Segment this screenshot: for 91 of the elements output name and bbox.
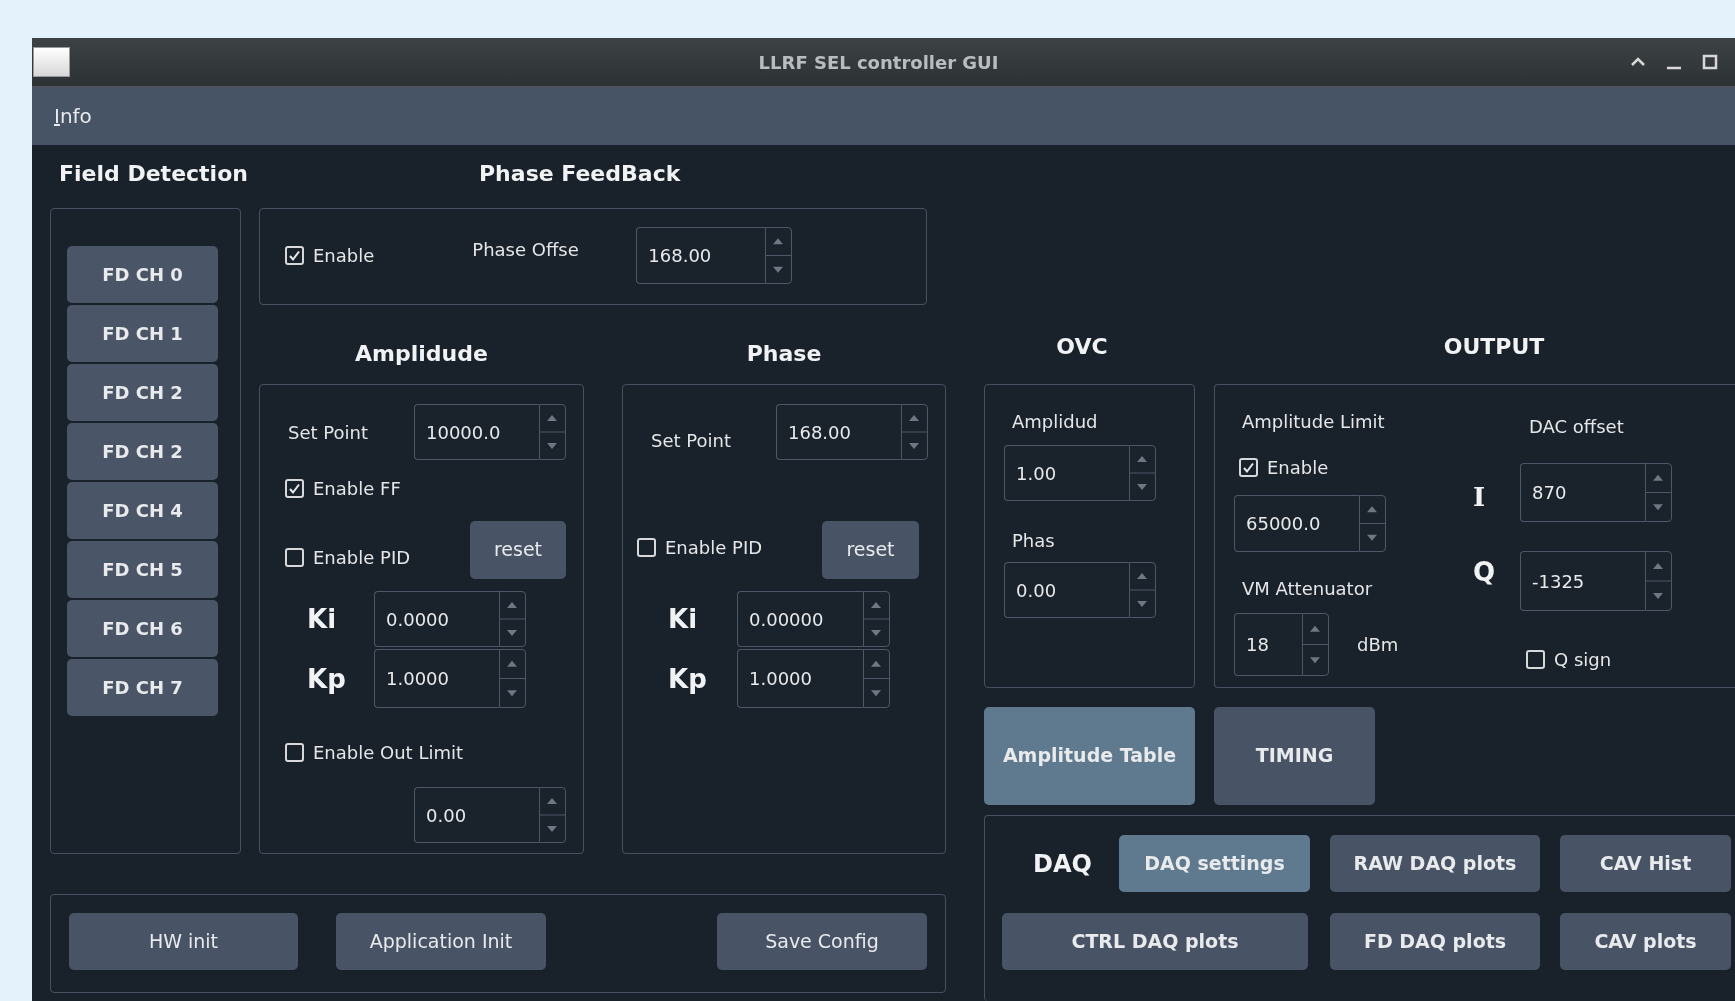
channel-button[interactable]: FD CH 0 — [67, 246, 218, 303]
checkbox[interactable] — [1526, 650, 1545, 670]
field-label: VM Attenuator — [1242, 577, 1373, 599]
spin-arrows-icon[interactable] — [1645, 462, 1672, 522]
daq-button[interactable]: CAV Hist — [1560, 835, 1731, 892]
menu-item[interactable]: Info — [54, 104, 92, 128]
number-field[interactable]: 10000.0 — [414, 404, 539, 460]
channel-label: Q — [1473, 557, 1497, 588]
checkbox-label: Enable — [313, 245, 375, 266]
section-heading: OVC — [1056, 333, 1108, 361]
checkbox[interactable] — [1239, 457, 1258, 477]
section-heading: OUTPUT — [1443, 333, 1545, 361]
checkmark-icon — [288, 249, 301, 262]
field-label: Amplitude Limit — [1242, 410, 1385, 432]
checkbox-label: Q sign — [1554, 649, 1612, 671]
window-title: LLRF SEL controller GUI — [757, 51, 1000, 73]
checkbox-label: Enable PID — [665, 536, 763, 558]
checkbox[interactable] — [285, 547, 304, 567]
number-field[interactable]: 1.0000 — [737, 649, 863, 708]
section-heading: Field Detection — [59, 160, 248, 188]
spin-arrows-icon[interactable] — [499, 591, 526, 647]
daq-label: DAQ — [1033, 849, 1093, 878]
daq-button[interactable]: CAV plots — [1560, 913, 1731, 970]
number-field[interactable]: 0.00 — [414, 787, 539, 843]
spin-arrows-icon[interactable] — [1129, 562, 1156, 618]
spin-arrows-icon[interactable] — [1359, 495, 1386, 552]
channel-button[interactable]: FD CH 2 — [67, 423, 218, 480]
field-label: DAC offset — [1529, 414, 1625, 439]
spin-arrows-icon[interactable] — [539, 404, 566, 460]
checkbox[interactable] — [285, 478, 304, 498]
channel-button[interactable]: FD CH 2 — [67, 364, 218, 421]
number-field[interactable]: 0.00000 — [737, 591, 863, 647]
number-field[interactable]: 168.00 — [636, 227, 766, 284]
checkmark-icon — [288, 481, 301, 495]
number-field[interactable]: 1.00 — [1004, 445, 1129, 501]
spin-arrows-icon[interactable] — [1302, 613, 1329, 676]
channel-button[interactable]: FD CH 7 — [67, 659, 218, 716]
daq-button[interactable]: DAQ settings — [1119, 835, 1310, 892]
unit-label: dBm — [1357, 634, 1399, 655]
gain-label: Ki — [307, 604, 338, 634]
gain-label: Kp — [668, 663, 708, 694]
section-heading: Phase — [746, 340, 822, 368]
checkbox[interactable] — [285, 742, 304, 762]
number-field[interactable]: 0.00 — [1004, 562, 1129, 618]
mode-button[interactable]: Amplitude Table — [984, 707, 1195, 805]
daq-button[interactable]: CTRL DAQ plots — [1002, 913, 1308, 970]
daq-button[interactable]: RAW DAQ plots — [1330, 835, 1540, 892]
checkbox-label: Enable FF — [313, 477, 401, 499]
section-heading: Amplidude — [355, 340, 488, 368]
gain-label: Ki — [668, 604, 699, 634]
spin-arrows-icon[interactable] — [863, 591, 890, 647]
spin-arrows-icon[interactable] — [1645, 551, 1672, 612]
checkbox-label: Enable PID — [313, 546, 411, 568]
spin-arrows-icon[interactable] — [499, 649, 526, 708]
channel-label: I — [1473, 481, 1487, 513]
number-field[interactable]: 1.0000 — [374, 649, 499, 708]
spin-arrows-icon[interactable] — [863, 649, 890, 708]
field-label: Set Point — [288, 421, 369, 443]
mode-button[interactable]: TIMING — [1214, 707, 1375, 805]
channel-button[interactable]: FD CH 6 — [67, 600, 218, 657]
channel-button[interactable]: FD CH 4 — [67, 482, 218, 539]
save-button[interactable]: Save Config — [717, 913, 927, 970]
checkbox-label: Enable — [1267, 456, 1329, 478]
gain-label: Kp — [307, 663, 347, 694]
channel-button[interactable]: FD CH 5 — [67, 541, 218, 598]
section-heading: Phase FeedBack — [479, 160, 681, 188]
checkmark-icon — [1242, 460, 1255, 474]
number-field[interactable]: 870 — [1520, 462, 1645, 522]
number-field[interactable]: 18 — [1234, 613, 1302, 676]
field-label: Amplidud — [1012, 410, 1098, 432]
init-button[interactable]: HW init — [69, 913, 298, 970]
spin-arrows-icon[interactable] — [1129, 445, 1156, 501]
field-label: Set Point — [651, 429, 732, 451]
reset-button[interactable]: reset — [822, 521, 919, 579]
number-field[interactable]: 0.0000 — [374, 591, 499, 647]
app-icon — [33, 47, 70, 77]
init-button[interactable]: Application Init — [336, 913, 546, 970]
daq-button[interactable]: FD DAQ plots — [1330, 913, 1540, 970]
number-field[interactable]: 65000.0 — [1234, 495, 1359, 552]
checkbox-label: Enable Out Limit — [313, 741, 463, 763]
spin-arrows-icon[interactable] — [901, 404, 928, 460]
checkbox[interactable] — [637, 537, 656, 557]
checkbox[interactable] — [285, 246, 304, 265]
channel-button[interactable]: FD CH 1 — [67, 305, 218, 362]
field-label: Phas — [1012, 529, 1055, 551]
number-field[interactable]: 168.00 — [776, 404, 901, 460]
spin-arrows-icon[interactable] — [539, 787, 566, 843]
field-label: Phase Offse — [472, 239, 580, 260]
spin-arrows-icon[interactable] — [765, 227, 793, 284]
reset-button[interactable]: reset — [470, 521, 566, 579]
number-field[interactable]: -1325 — [1520, 551, 1645, 612]
